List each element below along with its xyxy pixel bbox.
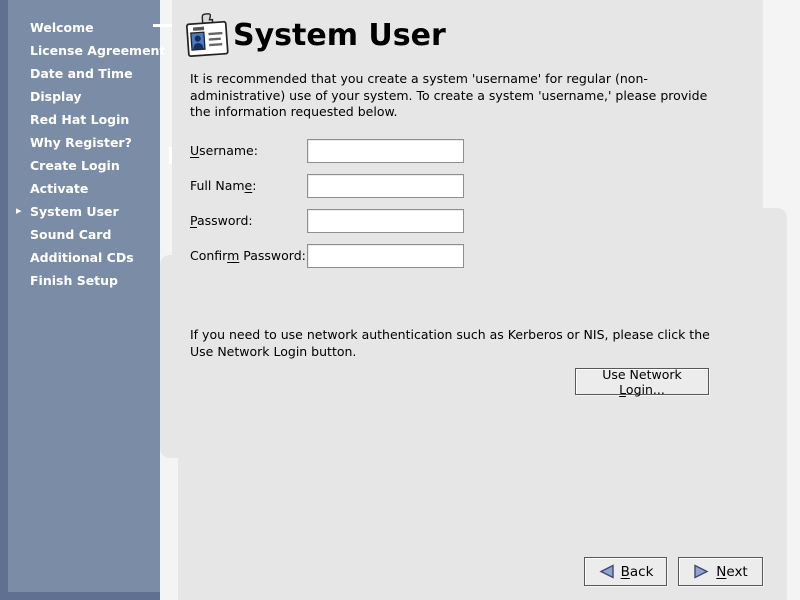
intro-line: administrative) use of your system. To c…	[190, 88, 707, 105]
page-title: System User	[233, 18, 446, 53]
confirm-password-row: Confirm Password:	[190, 244, 306, 268]
network-auth-line: Use Network Login button.	[190, 344, 710, 361]
sidebar-item-activate: Activate	[0, 177, 160, 200]
wizard-step-list: Welcome License Agreement Date and Time …	[0, 16, 160, 292]
fullname-row: Full Name:	[190, 174, 256, 198]
username-row: Username:	[190, 139, 258, 163]
sidebar-item-license-agreement: License Agreement	[0, 39, 160, 62]
password-input[interactable]	[307, 209, 464, 233]
sidebar-item-sound-card: Sound Card	[0, 223, 160, 246]
sidebar-item-welcome: Welcome	[0, 16, 160, 39]
id-badge-icon	[184, 12, 230, 62]
password-label: Password:	[190, 213, 253, 228]
use-network-login-label: Use Network Login...	[582, 367, 702, 397]
use-network-login-button[interactable]: Use Network Login...	[575, 368, 709, 395]
confirm-password-input[interactable]	[307, 244, 464, 268]
password-row: Password:	[190, 209, 253, 233]
sidebar-item-display: Display	[0, 85, 160, 108]
sidebar-item-create-login: Create Login	[0, 154, 160, 177]
sidebar-item-system-user: ▸ System User	[0, 200, 160, 223]
left-triangle-icon	[598, 564, 615, 579]
sidebar-bottom-edge	[0, 592, 160, 600]
confirm-password-label: Confirm Password:	[190, 248, 306, 263]
intro-text: It is recommended that you create a syst…	[190, 71, 707, 121]
sidebar-item-date-and-time: Date and Time	[0, 62, 160, 85]
panel-highlight-dash-horizontal	[153, 24, 172, 27]
back-label: Back	[621, 564, 654, 580]
intro-line: It is recommended that you create a syst…	[190, 71, 707, 88]
sidebar-item-finish-setup: Finish Setup	[0, 269, 160, 292]
fullname-input[interactable]	[307, 174, 464, 198]
sidebar-item-additional-cds: Additional CDs	[0, 246, 160, 269]
next-label: Next	[716, 564, 747, 580]
sidebar-item-red-hat-login: Red Hat Login	[0, 108, 160, 131]
network-auth-line: If you need to use network authenticatio…	[190, 327, 710, 344]
username-label: Username:	[190, 143, 258, 158]
network-auth-text: If you need to use network authenticatio…	[190, 327, 710, 360]
back-button[interactable]: Back	[584, 557, 667, 586]
wizard-step-sidebar: Welcome License Agreement Date and Time …	[0, 0, 160, 600]
intro-line: the information requested below.	[190, 104, 707, 121]
next-button[interactable]: Next	[678, 557, 763, 586]
active-step-arrow-icon: ▸	[16, 200, 22, 223]
setup-agent-window: Welcome License Agreement Date and Time …	[0, 0, 800, 600]
username-input[interactable]	[307, 139, 464, 163]
panel-highlight-dash-vertical	[169, 147, 172, 164]
fullname-label: Full Name:	[190, 178, 256, 193]
sidebar-item-why-register: Why Register?	[0, 131, 160, 154]
right-triangle-icon	[693, 564, 710, 579]
